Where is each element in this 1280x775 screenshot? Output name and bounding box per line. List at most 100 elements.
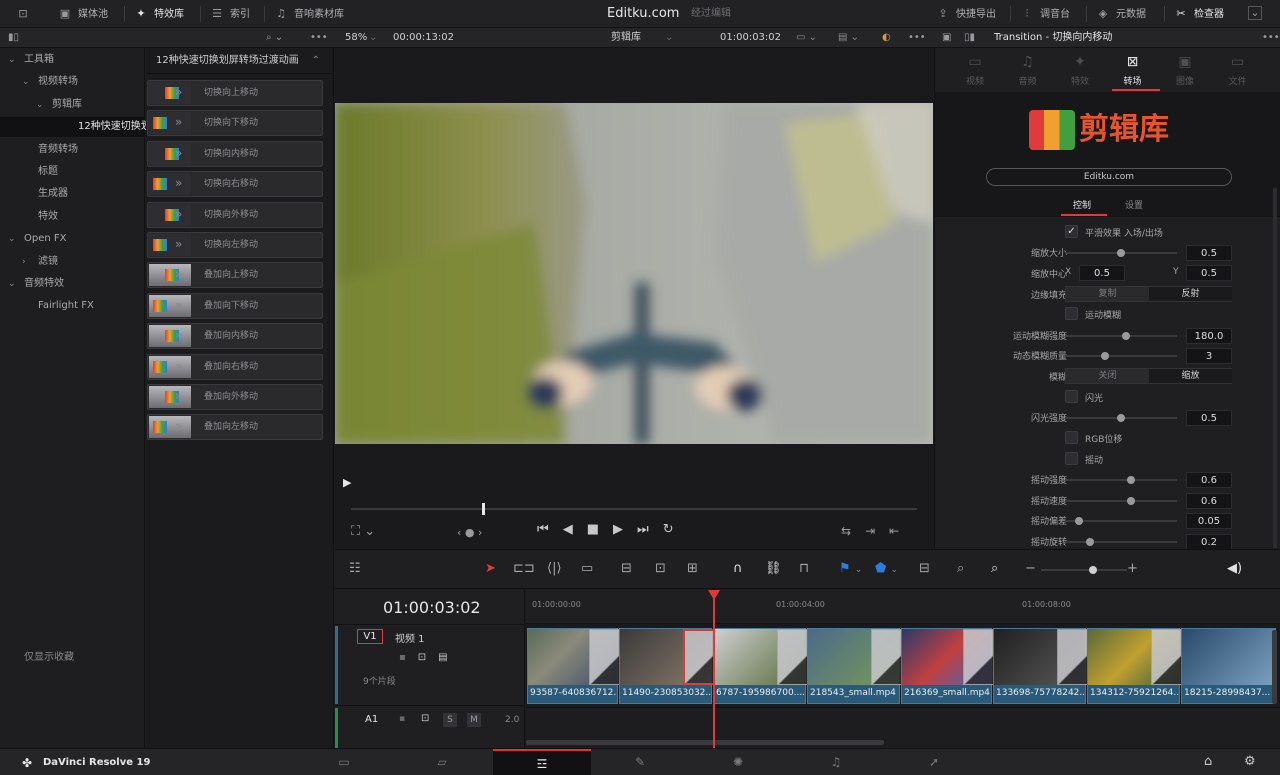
zoom-slider-knob[interactable] xyxy=(1089,566,1097,574)
slider-knob[interactable] xyxy=(1127,497,1135,505)
split-icon[interactable]: ▯▮ xyxy=(964,28,975,48)
page-edit-icon[interactable]: ☲ xyxy=(493,749,591,775)
page-deliver-icon[interactable]: ➚ xyxy=(885,749,983,775)
lock-icon[interactable]: ▪ xyxy=(399,714,405,724)
slider-knob[interactable] xyxy=(1117,249,1125,257)
scrubber-handle[interactable] xyxy=(482,503,485,515)
param-value-field[interactable]: 0.5 xyxy=(1186,410,1232,426)
tab-video[interactable]: ▭ 视频 xyxy=(949,50,1001,90)
media-pool-button[interactable]: ▣ 媒体池 xyxy=(58,0,108,28)
effect-item[interactable]: » 切换向左移动 xyxy=(147,232,323,258)
metadata-button[interactable]: ◈ 元数据 xyxy=(1096,0,1146,28)
volume-icon[interactable]: ◀) xyxy=(1227,561,1242,576)
param-slider[interactable] xyxy=(1065,352,1177,360)
tree-item[interactable]: 标题 xyxy=(0,162,145,182)
insert-clip-icon[interactable]: ⊟ xyxy=(621,561,632,576)
effect-item[interactable]: » 切换向下移动 xyxy=(147,110,323,137)
zoom-in-icon[interactable]: + xyxy=(1127,561,1138,576)
param-slider[interactable] xyxy=(1065,476,1177,484)
tree-item[interactable]: ⌄ Open FX xyxy=(0,229,145,249)
tab-settings[interactable]: 设置 xyxy=(1125,198,1143,211)
inspector-scrollbar[interactable] xyxy=(1273,188,1277,548)
overlay-icon[interactable]: ▤ ⌄ xyxy=(838,28,859,48)
more-options-icon[interactable]: ••• xyxy=(908,28,926,48)
param-value-field[interactable]: 0.6 xyxy=(1186,493,1232,509)
timeline-scrollbar[interactable] xyxy=(526,740,884,745)
checkbox[interactable] xyxy=(1065,452,1078,465)
tree-item[interactable]: ⌄ 音频特效 xyxy=(0,274,145,294)
track-target-v1[interactable]: V1 xyxy=(357,629,383,644)
effects-group-header[interactable]: 12种快速切换划屏转场过渡动画 ⌃ xyxy=(146,48,334,74)
param-value-field[interactable]: 0.05 xyxy=(1186,513,1232,529)
auto-select-icon[interactable]: ⊡ xyxy=(421,713,429,724)
page-color-icon[interactable]: ✺ xyxy=(689,749,787,775)
track-visibility-icon[interactable]: ▤ xyxy=(438,652,459,663)
zoom-fit-icon[interactable]: ⊟ xyxy=(919,561,930,576)
center-x-field[interactable]: 0.5 xyxy=(1079,265,1125,281)
zoom-level[interactable]: 58% xyxy=(345,28,367,48)
segment-option[interactable]: 复制 xyxy=(1066,287,1149,301)
track-target-a1[interactable]: A1 xyxy=(365,714,378,725)
timeline-ruler[interactable]: 01:00:00:00 01:00:04:00 01:00:08:00 xyxy=(526,590,1280,624)
effect-item[interactable]: » 叠加向外移动 xyxy=(147,384,323,410)
zoom-custom-icon[interactable]: ⌕ xyxy=(991,561,998,576)
slider-knob[interactable] xyxy=(1101,352,1109,360)
more-options-icon[interactable]: ••• xyxy=(310,28,328,48)
effect-item[interactable]: » 叠加向内移动 xyxy=(147,323,323,350)
segmented-control[interactable]: 复制 反射 xyxy=(1065,286,1232,302)
timeline-options-icon[interactable]: ☷ xyxy=(349,561,361,576)
panel-toggle-icon[interactable]: ▮▯ xyxy=(8,28,19,48)
loop-icon[interactable]: ↻ xyxy=(663,522,688,537)
lock-icon[interactable]: ▪ xyxy=(399,652,418,663)
effects-library-button[interactable]: ✦ 特效库 xyxy=(134,0,184,28)
tree-item[interactable]: 12种快速切换划... xyxy=(0,117,160,138)
checkbox[interactable]: ✓ xyxy=(1065,225,1078,238)
tree-item[interactable]: 生成器 xyxy=(0,184,145,204)
segmented-control[interactable]: 关闭 缩放 xyxy=(1065,368,1232,384)
trim-tool-icon[interactable]: ⊏⊐ xyxy=(513,561,535,576)
param-value-field[interactable]: 0.2 xyxy=(1186,534,1232,550)
tree-item[interactable]: ⌄ 剪辑库 xyxy=(0,95,145,115)
search-icon[interactable]: ⌕ ⌄ xyxy=(266,28,283,48)
param-slider[interactable] xyxy=(1065,249,1177,257)
solo-button[interactable]: S xyxy=(443,713,457,727)
mute-button[interactable]: M xyxy=(467,713,481,727)
tab-control[interactable]: 控制 xyxy=(1073,198,1091,211)
effect-item[interactable]: » 叠加向左移动 xyxy=(147,414,323,441)
slider-knob[interactable] xyxy=(1086,538,1094,546)
param-value-field[interactable]: 180.0 xyxy=(1186,328,1232,344)
timeline-tracks[interactable]: 01:00:00:00 01:00:04:00 01:00:08:00 9358… xyxy=(526,590,1280,748)
effect-item[interactable]: » 切换向内移动 xyxy=(147,140,323,167)
param-slider[interactable] xyxy=(1065,497,1177,505)
slider-knob[interactable] xyxy=(1127,476,1135,484)
skip-back-icon[interactable]: ⏮ xyxy=(537,522,563,537)
page-media-icon[interactable]: ▭ xyxy=(295,749,393,775)
segment-option[interactable]: 反射 xyxy=(1149,287,1232,301)
lock-icon[interactable]: ⊓ xyxy=(799,561,809,576)
tab-audio[interactable]: ♫ 音频 xyxy=(1002,50,1054,90)
zoom-detail-icon[interactable]: ⌕ xyxy=(957,561,964,576)
play-marker-icon[interactable]: ▶ xyxy=(343,476,351,489)
slider-knob[interactable] xyxy=(1075,517,1083,525)
prev-edit-icon[interactable]: ⇤ xyxy=(889,524,913,538)
zoom-slider[interactable] xyxy=(1041,566,1127,574)
favorites-only-toggle[interactable]: 仅显示收藏 xyxy=(0,648,145,668)
monitor-icon[interactable]: ⊡ xyxy=(16,0,36,28)
track-scrollbar[interactable] xyxy=(1272,630,1277,704)
inspector-button[interactable]: ✂ 检查器 xyxy=(1174,0,1224,28)
segment-option[interactable]: 关闭 xyxy=(1066,369,1149,383)
param-value-field[interactable]: 3 xyxy=(1186,348,1232,364)
param-value-field[interactable]: 0.6 xyxy=(1186,472,1232,488)
blade-tool-icon[interactable]: ▭ xyxy=(581,561,593,576)
page-fusion-icon[interactable]: ✎ xyxy=(591,749,689,775)
tree-item[interactable]: 特效 xyxy=(0,207,145,227)
segment-option[interactable]: 缩放 xyxy=(1149,369,1232,383)
effect-item[interactable]: » 切换向外移动 xyxy=(147,201,323,228)
index-button[interactable]: ☰ 索引 xyxy=(210,0,250,28)
match-frame-icon[interactable]: ⇆ xyxy=(841,524,865,538)
mixer-button[interactable]: ⫶ 调音台 xyxy=(1020,0,1070,28)
center-y-field[interactable]: 0.5 xyxy=(1186,265,1232,281)
playhead[interactable] xyxy=(713,590,715,748)
tab-image[interactable]: ▣ 图像 xyxy=(1159,50,1211,90)
marker-icon[interactable]: ⬟ ⌄ xyxy=(875,561,898,576)
